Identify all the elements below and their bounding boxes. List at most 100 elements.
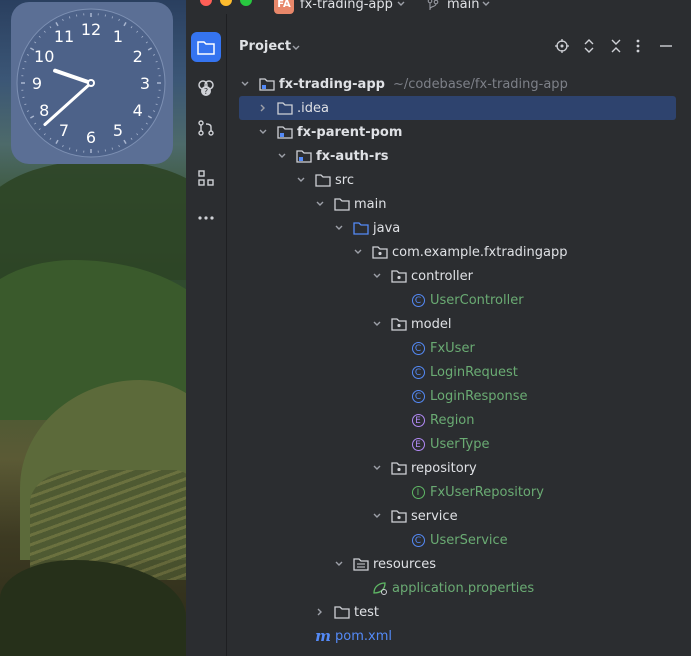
locate-icon[interactable]: [554, 38, 570, 54]
tree-item-user-service[interactable]: C UserService: [390, 528, 508, 552]
tree-item-login-response[interactable]: C LoginResponse: [390, 384, 528, 408]
project-badge[interactable]: FA: [274, 0, 294, 14]
chevron-down-icon[interactable]: [371, 510, 383, 522]
tree-item-java[interactable]: java: [333, 216, 400, 240]
project-tool-button[interactable]: [191, 32, 221, 62]
clock-widget[interactable]: 12 1 2 3 4 5 6 7 8 9 10 11: [11, 2, 173, 164]
folder-icon: [296, 148, 312, 164]
folder-icon: [334, 604, 350, 620]
tree-item-model[interactable]: model: [371, 312, 451, 336]
tree-item-fx-user-repository[interactable]: I FxUserRepository: [390, 480, 544, 504]
tree-item-label: application.properties: [392, 580, 535, 596]
tree-item-controller[interactable]: controller: [371, 264, 473, 288]
folder-icon: [391, 316, 407, 332]
clock-numeral: 3: [140, 74, 150, 93]
collapse-all-icon[interactable]: [609, 38, 623, 54]
tree-item-label: LoginRequest: [430, 364, 518, 380]
folder-icon: [391, 460, 407, 476]
expand-all-icon[interactable]: [582, 38, 596, 54]
chevron-down-icon[interactable]: [291, 43, 301, 53]
chevron-down-icon[interactable]: [371, 270, 383, 282]
properties-file-icon: [372, 580, 388, 596]
folder-icon: [334, 196, 350, 212]
branch-switcher[interactable]: main: [447, 0, 479, 12]
clock-numeral: 7: [59, 121, 69, 140]
ai-assistant-button[interactable]: ?: [191, 73, 221, 103]
ai-assistant-icon: ?: [198, 80, 214, 96]
tree-item-login-request[interactable]: C LoginRequest: [390, 360, 518, 384]
chevron-right-icon[interactable]: [314, 606, 326, 618]
tree-item-label: LoginResponse: [430, 388, 528, 404]
clock-numeral: 8: [39, 101, 49, 120]
clock-numeral: 11: [54, 27, 74, 46]
tree-item-label: src: [335, 172, 354, 188]
tree-item-label: fx-parent-pom: [297, 124, 403, 140]
tree-item-user-controller[interactable]: C UserController: [390, 288, 524, 312]
folder-icon: [197, 41, 215, 55]
tree-item-fx-user[interactable]: C FxUser: [390, 336, 475, 360]
clock-numeral: 5: [113, 121, 123, 140]
project-tool-window: Project fx-trading-app ~/codebase/fx-trad…: [227, 14, 691, 656]
tree-item-main[interactable]: main: [314, 192, 386, 216]
tree-item-idea[interactable]: .idea: [257, 96, 329, 120]
folder-icon: [353, 556, 369, 572]
tree-item-application-properties[interactable]: application.properties: [352, 576, 534, 600]
tree-item-region[interactable]: E Region: [390, 408, 475, 432]
class-icon: C: [410, 388, 426, 404]
tree-item-label: main: [354, 196, 387, 212]
analog-clock: 12 12 3 45678 9 1011: [16, 8, 166, 158]
tree-item-fx-auth-rs[interactable]: fx-auth-rs: [276, 144, 388, 168]
tree-item-label: .idea: [297, 100, 329, 116]
chevron-down-icon[interactable]: [371, 462, 383, 474]
tool-window-strip: ?: [186, 14, 227, 656]
tree-item-service[interactable]: service: [371, 504, 458, 528]
chevron-down-icon[interactable]: [333, 222, 345, 234]
tree-item-package[interactable]: com.example.fxtradingapp: [352, 240, 568, 264]
chevron-down-icon[interactable]: [333, 558, 345, 570]
clock-numeral: 4: [133, 101, 143, 120]
folder-icon: [372, 244, 388, 260]
tree-item-src[interactable]: src: [295, 168, 354, 192]
chevron-down-icon[interactable]: [481, 0, 491, 9]
maven-icon: m: [315, 627, 331, 645]
more-tools-button[interactable]: [191, 203, 221, 233]
structure-tool-button[interactable]: [191, 163, 221, 193]
chevron-down-icon[interactable]: [396, 0, 406, 9]
chevron-down-icon[interactable]: [371, 318, 383, 330]
tree-item-label: UserType: [430, 436, 490, 452]
svg-text:?: ?: [204, 87, 208, 96]
chevron-down-icon[interactable]: [257, 126, 269, 138]
folder-icon: [277, 124, 293, 140]
chevron-right-icon[interactable]: [257, 102, 269, 114]
folder-icon: [259, 76, 275, 92]
tree-item-fx-parent-pom[interactable]: fx-parent-pom: [257, 120, 402, 144]
panel-title[interactable]: Project: [239, 39, 291, 54]
project-switcher[interactable]: fx-trading-app: [300, 0, 393, 12]
tree-item-resources[interactable]: resources: [333, 552, 436, 576]
chevron-down-icon[interactable]: [295, 174, 307, 186]
class-icon: C: [410, 340, 426, 356]
options-icon[interactable]: [635, 38, 641, 54]
tree-item-label: fx-trading-app: [279, 76, 385, 92]
tree-item-label: resources: [373, 556, 437, 572]
tree-item-test[interactable]: test: [314, 600, 379, 624]
tree-item-fx-trading-app[interactable]: fx-trading-app ~/codebase/fx-trading-app: [239, 72, 568, 96]
hide-panel-icon[interactable]: [659, 38, 673, 54]
chevron-down-icon[interactable]: [239, 78, 251, 90]
tree-item-label: com.example.fxtradingapp: [392, 244, 568, 260]
tree-item-pom-xml[interactable]: m pom.xml: [295, 624, 392, 648]
class-icon: E: [410, 436, 426, 452]
tree-item-user-type[interactable]: E UserType: [390, 432, 490, 456]
project-path: ~/codebase/fx-trading-app: [392, 76, 568, 92]
tree-item-label: pom.xml: [335, 628, 392, 644]
chevron-down-icon[interactable]: [314, 198, 326, 210]
tree-item-repository[interactable]: repository: [371, 456, 477, 480]
git-commit-icon: [198, 120, 214, 136]
clock-numeral: 10: [34, 47, 54, 66]
class-icon: E: [410, 412, 426, 428]
chevron-down-icon[interactable]: [276, 150, 288, 162]
chevron-down-icon[interactable]: [352, 246, 364, 258]
tree-item-label: java: [373, 220, 401, 236]
more-horizontal-icon: [198, 216, 214, 220]
commit-tool-button[interactable]: [191, 113, 221, 143]
